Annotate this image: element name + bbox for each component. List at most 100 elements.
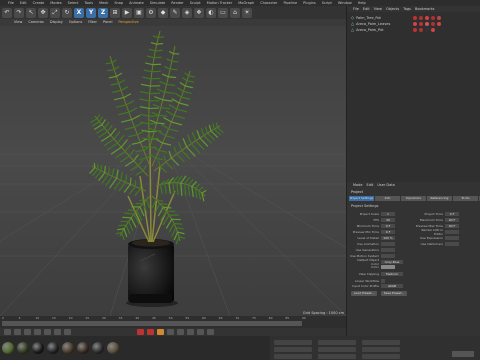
linear-workflow-checkbox[interactable]	[381, 279, 385, 283]
color-swatch[interactable]	[381, 265, 395, 269]
floor-icon[interactable]: ▭	[218, 7, 228, 18]
material-tag-icon[interactable]	[413, 28, 417, 32]
timeline[interactable]: 0 5 10 15 20 25 30 35 40 45 50 55 60 65 70 75 80 85 90	[0, 316, 346, 328]
field-input[interactable]: 30	[381, 218, 395, 222]
rotation-key-icon[interactable]	[187, 329, 194, 335]
viewport-menu-item[interactable]: Options	[69, 19, 83, 26]
save-preset-button[interactable]: Save Preset...	[381, 291, 407, 296]
render-view-icon[interactable]: ▶	[122, 7, 132, 18]
field-input[interactable]	[381, 254, 395, 258]
perspective-viewport[interactable]: Grid Spacing : 1000 cm	[0, 26, 346, 316]
field-input[interactable]: 0 F	[445, 212, 459, 216]
material-swatch[interactable]	[47, 342, 59, 354]
field-input[interactable]	[445, 242, 459, 246]
field-input[interactable]: 0 F	[381, 230, 395, 234]
material-swatch[interactable]	[107, 342, 119, 354]
attribute-tab[interactable]: Dynamics	[401, 196, 426, 201]
timeline-track[interactable]	[2, 321, 302, 326]
material-swatch[interactable]	[62, 342, 74, 354]
material-tag-icon[interactable]	[425, 16, 429, 20]
size-field[interactable]	[318, 340, 356, 345]
material-tag-icon[interactable]	[431, 22, 435, 26]
material-tag-icon[interactable]	[413, 22, 417, 26]
param-key-icon[interactable]	[197, 329, 204, 335]
attribute-tab[interactable]: Referencing	[427, 196, 452, 201]
move-icon[interactable]: ✥	[38, 7, 48, 18]
prev-key-icon[interactable]	[14, 329, 21, 335]
play-icon[interactable]	[34, 329, 41, 335]
attribute-menu-item[interactable]: User Data	[377, 182, 394, 188]
material-tag-icon[interactable]	[419, 28, 423, 32]
attribute-menu-item[interactable]: Edit	[367, 182, 374, 188]
object-manager-menu-item[interactable]: Tags	[403, 6, 411, 12]
object-row[interactable]: ◇ Palm_Tree_Pot	[351, 15, 418, 20]
view-clipping-dropdown[interactable]: Medium	[381, 272, 403, 276]
object-row[interactable]: △ Areca_Palm_Pot	[351, 27, 418, 32]
material-tag-icon[interactable]	[419, 22, 423, 26]
position-z-field[interactable]	[274, 354, 312, 359]
material-tag-icon[interactable]	[425, 22, 429, 26]
object-manager-menu-item[interactable]: View	[374, 6, 382, 12]
size-z-field[interactable]	[318, 354, 356, 359]
field-input[interactable]: 100 %	[381, 236, 395, 240]
object-manager-menu-item[interactable]: File	[353, 6, 359, 12]
field-input[interactable]	[381, 242, 395, 246]
default-color-dropdown[interactable]: Gray-Blue	[381, 260, 403, 264]
viewport-menu-item[interactable]: Panel	[103, 19, 112, 26]
object-manager-menu-item[interactable]: Bookmarks	[415, 6, 435, 12]
position-y-field[interactable]	[274, 347, 312, 352]
scale-key-icon[interactable]	[177, 329, 184, 335]
field-input[interactable]: 90 F	[445, 218, 459, 222]
material-tag-icon[interactable]	[437, 16, 441, 20]
render-settings-icon[interactable]: ⚙	[146, 7, 156, 18]
size-y-field[interactable]	[318, 347, 356, 352]
rotation-y-field[interactable]	[362, 347, 400, 352]
field-input[interactable]	[445, 230, 459, 234]
scale-icon[interactable]: ⤢	[50, 7, 60, 18]
rotate-icon[interactable]: ↻	[62, 7, 72, 18]
pla-key-icon[interactable]	[207, 329, 214, 335]
light-icon[interactable]: ☀	[242, 7, 252, 18]
viewport-menu-item[interactable]: Filter	[88, 19, 97, 26]
material-swatch[interactable]	[32, 342, 44, 354]
render-icon[interactable]: ▣	[134, 7, 144, 18]
prev-frame-icon[interactable]	[24, 329, 31, 335]
y-axis-button[interactable]: Y	[86, 7, 96, 18]
viewport-menu-item[interactable]: View	[14, 19, 22, 26]
cube-icon[interactable]: ◆	[158, 7, 168, 18]
last-frame-icon[interactable]	[64, 329, 71, 335]
undo-icon[interactable]: ↶	[2, 7, 12, 18]
subdivision-icon[interactable]: ◈	[182, 7, 192, 18]
camera-icon[interactable]: ⌂	[230, 7, 240, 18]
attribute-tab[interactable]: Project Settings	[349, 196, 374, 201]
input-color-dropdown[interactable]: sRGB	[381, 284, 403, 288]
viewport-menu-item[interactable]: Display	[50, 19, 63, 26]
plant-pot[interactable]	[128, 239, 174, 303]
next-key-icon[interactable]	[54, 329, 61, 335]
attribute-menu-item[interactable]: Mode	[353, 182, 363, 188]
field-input[interactable]: 90 F	[445, 224, 459, 228]
object-manager-menu-item[interactable]: Edit	[363, 6, 370, 12]
material-tag-icon[interactable]	[419, 16, 423, 20]
select-icon[interactable]: ↖	[26, 7, 36, 18]
coord-icon[interactable]: ⊞	[110, 7, 120, 18]
rotation-z-field[interactable]	[362, 354, 400, 359]
z-axis-button[interactable]: Z	[98, 7, 108, 18]
object-manager-menu-item[interactable]: Objects	[386, 6, 399, 12]
x-axis-button[interactable]: X	[74, 7, 84, 18]
position-field[interactable]	[274, 340, 312, 345]
viewport-menu-item[interactable]: Cameras	[28, 19, 44, 26]
material-swatch[interactable]	[77, 342, 89, 354]
attribute-tab[interactable]: To Do	[453, 196, 478, 201]
rotation-field[interactable]	[362, 340, 400, 345]
material-tag-icon[interactable]	[437, 22, 441, 26]
material-swatch[interactable]	[92, 342, 104, 354]
object-row[interactable]: △ Areca_Palm_Leaves	[351, 21, 418, 26]
load-preset-button[interactable]: Load Preset...	[351, 291, 377, 296]
field-input[interactable]	[381, 248, 395, 252]
field-input[interactable]	[445, 236, 459, 240]
array-icon[interactable]: ❖	[194, 7, 204, 18]
apply-button[interactable]	[452, 351, 474, 357]
material-tag-icon[interactable]	[425, 28, 429, 32]
deformer-icon[interactable]: ◐	[206, 7, 216, 18]
